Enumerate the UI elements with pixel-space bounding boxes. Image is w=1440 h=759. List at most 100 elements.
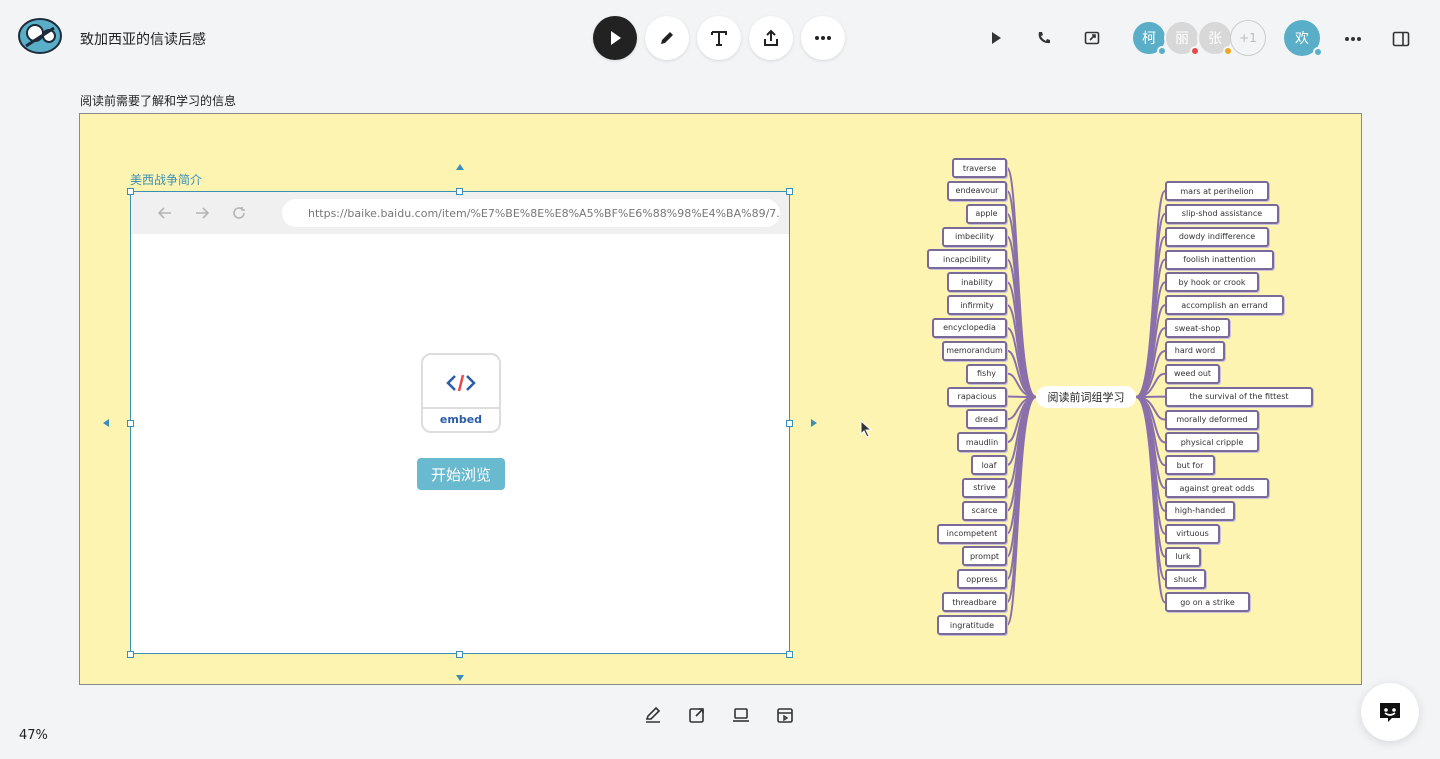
upload-tool-button[interactable]: [749, 16, 793, 60]
resize-handle[interactable]: [456, 188, 463, 195]
code-icon: [423, 373, 499, 397]
mindmap-node[interactable]: rapacious: [947, 386, 1007, 407]
mindmap-node[interactable]: incompetent: [937, 523, 1007, 544]
mindmap-node[interactable]: inability: [947, 272, 1007, 293]
mindmap-node[interactable]: threadbare: [942, 592, 1007, 613]
avatar-initial: 张: [1208, 31, 1222, 47]
more-icon: [1345, 37, 1361, 41]
mindmap-node[interactable]: encyclopedia: [932, 317, 1007, 338]
embed-title[interactable]: 美西战争简介: [130, 171, 202, 188]
open-external-icon: [689, 708, 704, 723]
mindmap-node[interactable]: accomplish an errand: [1165, 295, 1284, 316]
mindmap-node[interactable]: dread: [966, 409, 1007, 430]
mindmap-node[interactable]: against great odds: [1165, 478, 1269, 499]
start-browse-button[interactable]: 开始浏览: [417, 458, 505, 490]
select-tool-button[interactable]: [593, 16, 637, 60]
resize-handle[interactable]: [127, 651, 134, 658]
chat-assistant-button[interactable]: [1361, 683, 1419, 741]
mindmap-node[interactable]: imbecility: [942, 226, 1007, 247]
text-tool-button[interactable]: [697, 16, 741, 60]
status-dot: [1223, 46, 1233, 56]
resize-handle[interactable]: [786, 651, 793, 658]
play-button[interactable]: [984, 26, 1008, 50]
mindmap-node[interactable]: mars at perihelion: [1165, 181, 1269, 201]
avatar[interactable]: 丽: [1164, 20, 1200, 56]
mindmap-node[interactable]: incapcibility: [927, 249, 1007, 270]
toggle-panel-button[interactable]: [1389, 27, 1413, 51]
connect-arrow-bottom-icon[interactable]: [456, 675, 464, 681]
app-logo[interactable]: [18, 16, 64, 54]
mindmap-node[interactable]: weed out: [1165, 363, 1220, 384]
mindmap-node[interactable]: shuck: [1165, 569, 1206, 590]
pen-tool-button[interactable]: [645, 16, 689, 60]
forward-button[interactable]: [192, 203, 212, 223]
mindmap-node[interactable]: prompt: [962, 546, 1007, 567]
resize-handle[interactable]: [786, 420, 793, 427]
resize-handle[interactable]: [786, 188, 793, 195]
archive-button[interactable]: [774, 704, 796, 726]
document-title[interactable]: 致加西亚的信读后感: [80, 29, 206, 49]
resize-handle[interactable]: [127, 420, 134, 427]
avatar[interactable]: 柯: [1131, 20, 1167, 56]
mindmap-node[interactable]: morally deformed: [1165, 409, 1259, 430]
open-external-button[interactable]: [686, 704, 708, 726]
mindmap-node[interactable]: sweat-shop: [1165, 318, 1230, 339]
share-screen-button[interactable]: [1080, 26, 1104, 50]
frame-title[interactable]: 阅读前需要了解和学习的信息: [80, 92, 236, 109]
zoom-level[interactable]: 47%: [19, 728, 48, 743]
mindmap-root-node[interactable]: 阅读前词组学习: [1036, 386, 1136, 408]
mindmap-node[interactable]: loaf: [971, 455, 1007, 476]
mindmap-node[interactable]: but for: [1165, 455, 1215, 476]
more-tool-button[interactable]: [801, 16, 845, 60]
resize-handle[interactable]: [127, 188, 134, 195]
reload-icon: [233, 207, 245, 219]
connect-arrow-right-icon[interactable]: [811, 419, 817, 427]
avatar[interactable]: 张: [1197, 20, 1233, 56]
connect-arrow-left-icon[interactable]: [103, 419, 109, 427]
mindmap-node[interactable]: scarce: [962, 500, 1007, 521]
embed-placeholder-card: embed: [421, 353, 501, 433]
mindmap-node[interactable]: by hook or crook: [1165, 272, 1259, 293]
present-icon: [733, 708, 749, 722]
main-toolbar: [593, 16, 845, 60]
mindmap-node[interactable]: endeavour: [947, 180, 1007, 201]
mindmap-node[interactable]: the survival of the fittest: [1165, 386, 1313, 407]
text-icon: [711, 31, 727, 46]
back-button[interactable]: [155, 203, 175, 223]
mindmap-node[interactable]: memorandum: [942, 340, 1007, 361]
mindmap-node[interactable]: apple: [966, 203, 1007, 224]
web-embed[interactable]: https://baike.baidu.com/item/%E7%BE%8E%E…: [130, 191, 790, 654]
mindmap-node[interactable]: infirmity: [947, 295, 1007, 316]
mindmap-node[interactable]: hard word: [1165, 340, 1225, 361]
more-collaborators-button[interactable]: +1: [1230, 20, 1266, 56]
mindmap-node[interactable]: dowdy indifference: [1165, 226, 1269, 247]
mindmap-node[interactable]: virtuous: [1165, 523, 1220, 544]
mindmap-node[interactable]: fishy: [966, 363, 1007, 384]
archive-icon: [777, 708, 793, 723]
mindmap-node[interactable]: high-handed: [1165, 500, 1235, 521]
edit-button[interactable]: [642, 704, 664, 726]
mindmap-node[interactable]: physical cripple: [1165, 432, 1259, 453]
mindmap-node[interactable]: foolish inattention: [1165, 249, 1274, 270]
embed-card-label: embed: [423, 407, 499, 431]
pencil-icon: [661, 32, 673, 44]
present-button[interactable]: [730, 704, 752, 726]
chat-bot-icon: [1380, 703, 1400, 722]
url-bar[interactable]: https://baike.baidu.com/item/%E7%BE%8E%E…: [282, 199, 780, 227]
mindmap-node[interactable]: traverse: [952, 158, 1007, 178]
status-dot: [1190, 46, 1200, 56]
mindmap-node[interactable]: strive: [962, 477, 1007, 498]
mindmap-node[interactable]: ingratitude: [937, 615, 1007, 635]
reload-button[interactable]: [229, 203, 249, 223]
connect-arrow-top-icon[interactable]: [456, 164, 464, 170]
mindmap-node[interactable]: maudlin: [957, 432, 1007, 453]
current-user-avatar[interactable]: 欢: [1284, 20, 1323, 57]
more-icon: [815, 36, 831, 40]
call-button[interactable]: [1032, 26, 1056, 50]
mindmap-node[interactable]: go on a strike: [1165, 592, 1250, 613]
resize-handle[interactable]: [456, 651, 463, 658]
mindmap-node[interactable]: oppress: [957, 569, 1007, 590]
mindmap-node[interactable]: lurk: [1165, 546, 1201, 567]
header-more-button[interactable]: [1341, 27, 1365, 51]
mindmap-node[interactable]: slip-shod assistance: [1165, 203, 1279, 224]
